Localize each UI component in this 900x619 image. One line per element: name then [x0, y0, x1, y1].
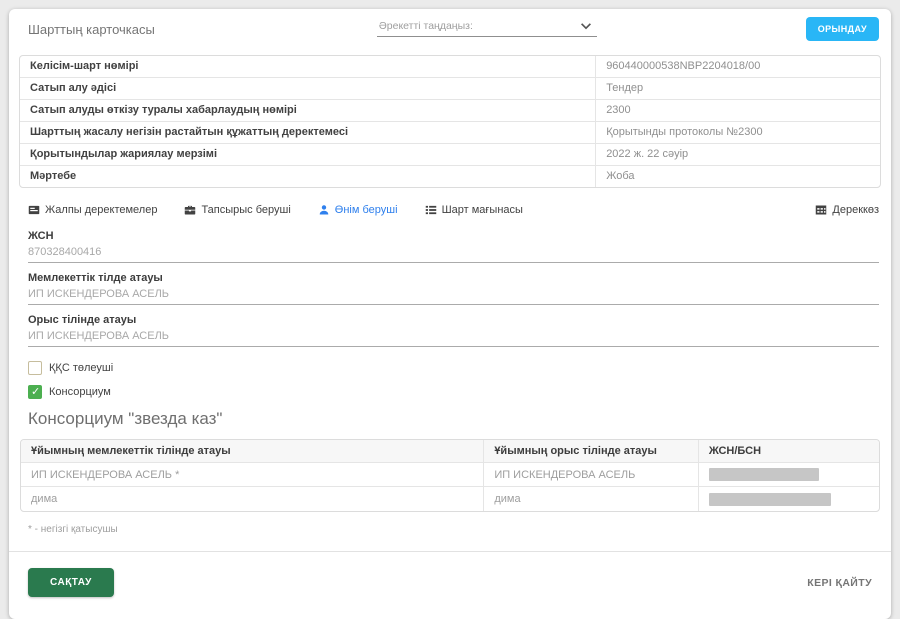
field-value: ИП ИСКЕНДЕРОВА АСЕЛЬ: [28, 330, 879, 347]
detail-label: Қорытындылар жариялау мерзімі: [20, 144, 596, 166]
column-header: Ұйымның орыс тілінде атауы: [484, 440, 699, 463]
table-row: Келісім-шарт нөмірі 960440000538NBP22040…: [20, 56, 880, 78]
field-label: Мемлекеттік тілде атауы: [28, 272, 879, 284]
detail-value: Жоба: [596, 166, 880, 187]
supplier-form: ЖСН 870328400416 Мемлекеттік тілде атауы…: [28, 230, 879, 347]
consortium-checkbox[interactable]: Консорциум: [28, 385, 879, 399]
detail-value: 2022 ж. 22 сәуір: [596, 144, 880, 166]
member-id-cell: [699, 487, 879, 511]
member-name-kz: ИП ИСКЕНДЕРОВА АСЕЛЬ *: [21, 463, 484, 487]
checkbox-group: ҚҚС төлеуші Консорциум: [28, 361, 879, 399]
detail-value: 960440000538NBP2204018/00: [596, 56, 880, 78]
detail-label: Шарттың жасалу негізін растайтын құжатты…: [20, 122, 596, 144]
tab-contract-subject[interactable]: Шарт мағынасы: [425, 204, 523, 216]
vat-payer-checkbox[interactable]: ҚҚС төлеуші: [28, 361, 879, 375]
detail-value: Қорытынды протоколы №2300: [596, 122, 880, 144]
tab-general-details[interactable]: Жалпы деректемелер: [28, 204, 157, 216]
member-name-ru: ИП ИСКЕНДЕРОВА АСЕЛЬ: [484, 463, 699, 487]
table-row: Мәртебе Жоба: [20, 166, 880, 187]
detail-label: Келісім-шарт нөмірі: [20, 56, 596, 78]
table-header-row: Ұйымның мемлекеттік тілінде атауы Ұйымны…: [21, 440, 879, 463]
table-row: Сатып алу әдісі Тендер: [20, 78, 880, 100]
detail-label: Сатып алу әдісі: [20, 78, 596, 100]
member-name-kz: дима: [21, 487, 484, 511]
action-select[interactable]: Әрекетті таңдаңыз:: [377, 17, 597, 37]
checkbox-label: ҚҚС төлеуші: [49, 362, 113, 374]
redacted-id: [709, 493, 831, 506]
details-table: Келісім-шарт нөмірі 960440000538NBP22040…: [19, 55, 881, 188]
briefcase-icon: [184, 204, 196, 216]
page-title: Шарттың карточкасы: [28, 22, 155, 37]
back-button[interactable]: КЕРІ ҚАЙТУ: [807, 577, 872, 589]
execute-button[interactable]: ОРЫНДАУ: [806, 17, 879, 41]
tab-label: Өнім беруші: [335, 204, 398, 216]
card-icon: [28, 204, 40, 216]
card-header: Шарттың карточкасы Әрекетті таңдаңыз: ОР…: [19, 9, 881, 49]
field-label: ЖСН: [28, 230, 879, 242]
tab-label: Тапсырыс беруші: [201, 204, 290, 216]
column-header: ЖСН/БСН: [699, 440, 879, 463]
consortium-table: Ұйымның мемлекеттік тілінде атауы Ұйымны…: [20, 439, 880, 512]
list-icon: [425, 204, 437, 216]
contract-card: Шарттың карточкасы Әрекетті таңдаңыз: ОР…: [9, 9, 891, 619]
tab-bar: Жалпы деректемелер Тапсырыс беруші Өнім …: [28, 204, 879, 216]
grid-icon: [815, 204, 827, 216]
table-row: ИП ИСКЕНДЕРОВА АСЕЛЬ * ИП ИСКЕНДЕРОВА АС…: [21, 463, 879, 487]
tab-supplier[interactable]: Өнім беруші: [318, 204, 398, 216]
detail-label: Мәртебе: [20, 166, 596, 187]
source-link[interactable]: Дереккөз: [815, 204, 879, 216]
field-value: 870328400416: [28, 246, 879, 263]
table-row: Шарттың жасалу негізін растайтын құжатты…: [20, 122, 880, 144]
table-row: дима дима: [21, 487, 879, 511]
footnote: * - негізгі қатысушы: [28, 524, 879, 535]
tab-label: Шарт мағынасы: [442, 204, 523, 216]
detail-label: Сатып алуды өткізу туралы хабарлаудың нө…: [20, 100, 596, 122]
member-name-ru: дима: [484, 487, 699, 511]
source-link-label: Дереккөз: [832, 204, 879, 216]
redacted-id: [709, 468, 819, 481]
save-button[interactable]: САҚТАУ: [28, 568, 114, 597]
name-ru-field[interactable]: Орыс тілінде атауы ИП ИСКЕНДЕРОВА АСЕЛЬ: [28, 314, 879, 347]
checkbox-unchecked-icon: [28, 361, 42, 375]
table-row: Сатып алуды өткізу туралы хабарлаудың нө…: [20, 100, 880, 122]
detail-value: 2300: [596, 100, 880, 122]
person-icon: [318, 204, 330, 216]
footer: САҚТАУ КЕРІ ҚАЙТУ: [19, 552, 881, 603]
consortium-title: Консорциум "звезда каз": [28, 409, 879, 429]
checkbox-checked-icon: [28, 385, 42, 399]
member-id-cell: [699, 463, 879, 487]
detail-value: Тендер: [596, 78, 880, 100]
field-label: Орыс тілінде атауы: [28, 314, 879, 326]
chevron-down-icon: [579, 19, 593, 33]
field-value: ИП ИСКЕНДЕРОВА АСЕЛЬ: [28, 288, 879, 305]
name-kz-field[interactable]: Мемлекеттік тілде атауы ИП ИСКЕНДЕРОВА А…: [28, 272, 879, 305]
checkbox-label: Консорциум: [49, 386, 111, 398]
action-select-label: Әрекетті таңдаңыз:: [379, 20, 473, 32]
tab-label: Жалпы деректемелер: [45, 204, 157, 216]
iin-field[interactable]: ЖСН 870328400416: [28, 230, 879, 263]
column-header: Ұйымның мемлекеттік тілінде атауы: [21, 440, 484, 463]
tab-customer[interactable]: Тапсырыс беруші: [184, 204, 290, 216]
table-row: Қорытындылар жариялау мерзімі 2022 ж. 22…: [20, 144, 880, 166]
